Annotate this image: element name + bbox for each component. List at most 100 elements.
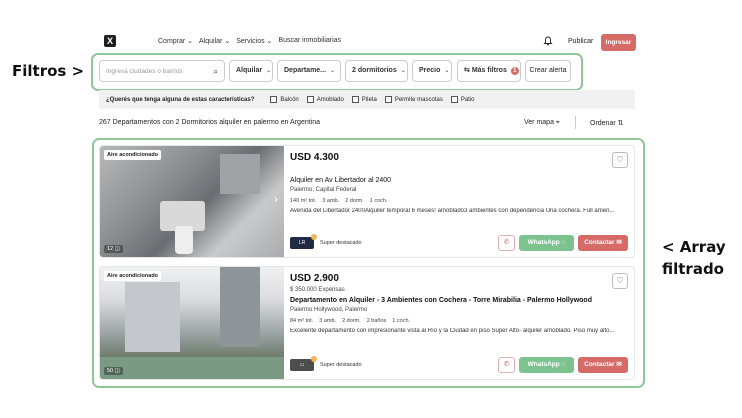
contact-button[interactable]: Contactar ✉ [578,357,628,373]
checkbox[interactable] [270,96,278,103]
feature-patio[interactable]: Patio [450,96,475,103]
feature-amoblado[interactable]: Amoblado [306,96,344,103]
phone-icon[interactable]: ✆ [498,357,515,373]
camera-icon: ◫ [114,368,120,374]
rooms-dropdown[interactable]: 2 dormitorios ⌄ [345,60,408,82]
price-label: Precio [419,67,441,74]
listing-title[interactable]: Alquiler en Av Libertador al 2400 [290,177,628,184]
chevron-down-icon: ⌄ [400,68,406,74]
feature-label: Pileta [361,96,377,103]
chevron-down-icon: ⌄ [266,68,272,74]
bell-icon[interactable] [543,36,553,46]
nav-servicios[interactable]: Servicios ⌄ [236,37,272,45]
sort-button[interactable]: Ordenar ⇅ [590,119,624,127]
photo-shape [220,267,260,347]
photo-shape [125,282,180,352]
operation-label: Alquilar [236,67,263,74]
spec-area: 140 m² tot. [290,198,317,204]
feature-permite-mascotas[interactable]: Permite mascotas [384,96,443,103]
spec-ambientes: 3 amb. [319,318,337,324]
listing-actions: ✆ WhatsApp ◌ Contactar ✉ [498,235,628,251]
feature-label: Amoblado [316,96,344,103]
checkbox[interactable] [384,96,392,103]
phone-icon[interactable]: ✆ [498,235,515,251]
checkbox[interactable] [306,96,314,103]
spec-cochera: 1 coch. [369,198,388,204]
contact-label: Contactar [584,361,615,368]
listing-description: Excelente departamento con impresionante… [290,328,615,334]
feature-balcon[interactable]: Balcón [270,96,299,103]
logo[interactable]: X [104,35,116,47]
listing-tag: Aire acondicionado [104,150,162,160]
heart-icon[interactable]: ♡ [612,273,628,289]
photo-count-value: 50 [107,368,114,374]
photo-count: 50 ◫ [104,367,123,375]
agency-logo[interactable]: LR [290,234,317,249]
listing-expensas: $ 350.000 Expensas [290,287,345,293]
map-label: Ver mapa [524,119,554,126]
badge-dot [311,234,317,240]
listing-card[interactable]: Aire acondicionado 12 ◫ › USD 4.300 Alqu… [99,145,635,258]
sliders-icon: ⇆ [464,67,470,74]
photo-count: 12 ◫ [104,245,123,253]
feature-label: Balcón [280,96,299,103]
chevron-down-icon: ⌄ [330,68,336,74]
listing-location: Palermo, Capital Federal [290,187,357,193]
annotation-array-line1: < Array [662,238,726,256]
type-label: Departame... [284,67,327,74]
more-filters-button[interactable]: ⇆ Más filtros 1 [457,60,521,82]
price-dropdown[interactable]: Precio ⌄ [412,60,452,82]
annotation-array-line2: filtrado [662,260,724,278]
features-row: ¿Querés que tenga alguna de estas caract… [99,90,635,109]
listing-photo[interactable]: Aire acondicionado 50 ◫ [100,267,284,379]
listing-info: USD 2.900 $ 350.000 Expensas Departament… [290,273,628,373]
whatsapp-label: WhatsApp [527,239,560,246]
sort-label: Ordenar [590,120,616,127]
rooms-label: 2 dormitorios [352,67,397,74]
listing-price: USD 4.300 [290,152,339,163]
annotation-filtros: Filtros > [12,62,85,80]
feature-pileta[interactable]: Pileta [351,96,377,103]
agency-logo[interactable]: ▭ [290,356,317,371]
search-input[interactable]: Ingresá ciudades o barrios ⌕ [99,60,225,82]
nav-comprar[interactable]: Comprar ⌄ [158,37,193,45]
checkbox[interactable] [450,96,458,103]
listing-card[interactable]: Aire acondicionado 50 ◫ USD 2.900 $ 350.… [99,266,635,380]
badge-dot [311,356,317,362]
listing-specs: 84 m² tot. 3 amb. 2 dorm. 2 baños 1 coch… [290,318,628,324]
operation-dropdown[interactable]: Alquilar ⌄ [229,60,273,82]
create-alert-button[interactable]: Crear alerta [525,60,571,82]
nav-buscar-inmobiliarias[interactable]: Buscar inmobiliarias [278,37,341,45]
chevron-down-icon: ⌄ [444,68,450,74]
contact-button[interactable]: Contactar ✉ [578,235,628,251]
sort-icon: ⇅ [617,120,624,127]
divider [575,116,576,129]
photo-shape [175,226,193,254]
listing-price: USD 2.900 [290,273,339,284]
nav-alquilar[interactable]: Alquilar ⌄ [199,37,230,45]
heart-icon[interactable]: ♡ [612,152,628,168]
listing-description: Avenida del Libertador 2400Alquiler temp… [290,208,615,214]
feature-label: Patio [460,96,475,103]
map-link[interactable]: Ver mapa ⌖ [524,119,560,127]
checkbox[interactable] [351,96,359,103]
listing-photo[interactable]: Aire acondicionado 12 ◫ › [100,146,284,257]
listing-info: USD 4.300 Alquiler en Av Libertador al 2… [290,152,628,251]
camera-icon: ◫ [114,246,120,252]
map-pin-icon: ⌖ [555,119,560,126]
annotation-array-filtrado: < Array filtrado [662,236,726,280]
results-summary: 267 Departamentos con 2 Dormitorios alqu… [99,119,321,126]
photo-count-value: 12 [107,246,114,252]
publicar-link[interactable]: Publicar [568,38,593,45]
listing-tag: Aire acondicionado [104,271,162,281]
listing-title[interactable]: Departamento en Alquiler - 3 Ambientes c… [290,297,628,304]
search-icon: ⌕ [213,67,218,76]
whatsapp-button[interactable]: WhatsApp ◌ [519,235,574,251]
more-filters-label: Más filtros [471,67,507,74]
whatsapp-button[interactable]: WhatsApp ◌ [519,357,574,373]
ingresar-button[interactable]: Ingresar [601,34,636,51]
type-dropdown[interactable]: Departame... ⌄ [277,60,341,82]
photo-shape [220,154,260,194]
chevron-right-icon[interactable]: › [274,192,278,206]
spec-dormitorios: 2 dorm. [345,198,364,204]
